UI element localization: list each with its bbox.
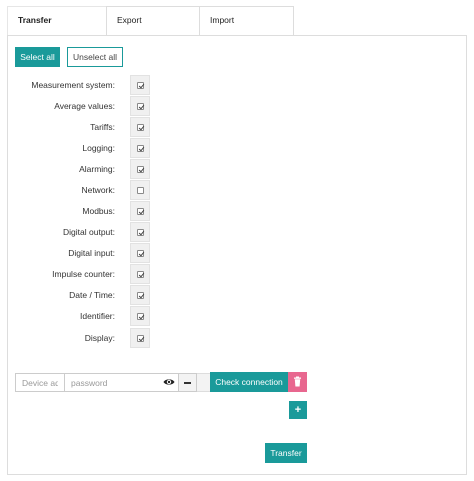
checkbox-measurement-system[interactable] bbox=[130, 75, 150, 95]
option-logging: Logging: bbox=[0, 138, 160, 158]
option-label: Display: bbox=[84, 333, 115, 343]
option-label: Date / Time: bbox=[69, 290, 115, 300]
checkbox-mark bbox=[137, 103, 144, 110]
password-field bbox=[64, 373, 179, 392]
device-address-input[interactable] bbox=[16, 374, 64, 391]
checkbox-identifier[interactable] bbox=[130, 306, 150, 326]
checkbox-tariffs[interactable] bbox=[130, 117, 150, 137]
option-digital-input: Digital input: bbox=[0, 243, 160, 263]
checkbox-display[interactable] bbox=[130, 328, 150, 348]
unselect-all-button[interactable]: Unselect all bbox=[67, 47, 123, 67]
checkbox-date-time[interactable] bbox=[130, 285, 150, 305]
checkbox-digital-input[interactable] bbox=[130, 243, 150, 263]
config-tabs: Transfer configuration Export configurat… bbox=[7, 6, 294, 51]
option-label: Modbus: bbox=[82, 206, 115, 216]
option-label: Alarming: bbox=[79, 164, 115, 174]
checkbox-network[interactable] bbox=[130, 180, 150, 200]
checkbox-mark bbox=[137, 187, 144, 194]
checkbox-mark bbox=[137, 313, 144, 320]
option-label: Impulse counter: bbox=[52, 269, 115, 279]
checkbox-mark bbox=[137, 292, 144, 299]
trash-icon[interactable] bbox=[288, 372, 307, 392]
option-modbus: Modbus: bbox=[0, 201, 160, 221]
transfer-button[interactable]: Transfer bbox=[265, 443, 307, 463]
option-label: Tariffs: bbox=[90, 122, 115, 132]
checkbox-logging[interactable] bbox=[130, 138, 150, 158]
checkbox-modbus[interactable] bbox=[130, 201, 150, 221]
tab-export-configuration[interactable]: Export configuration bbox=[106, 6, 200, 51]
option-network: Network: bbox=[0, 180, 160, 200]
connection-extra-button[interactable] bbox=[197, 373, 211, 392]
checkbox-mark bbox=[137, 229, 144, 236]
option-alarming: Alarming: bbox=[0, 159, 160, 179]
add-device-button[interactable]: + bbox=[289, 401, 307, 419]
checkbox-mark bbox=[137, 335, 144, 342]
option-digital-output: Digital output: bbox=[0, 222, 160, 242]
checkbox-digital-output[interactable] bbox=[130, 222, 150, 242]
option-impulse-counter: Impulse counter: bbox=[0, 264, 160, 284]
checkbox-mark bbox=[137, 250, 144, 257]
option-label: Network: bbox=[81, 185, 115, 195]
password-input[interactable] bbox=[65, 374, 178, 391]
tab-import-configuration[interactable]: Import configuration bbox=[199, 6, 294, 51]
option-identifier: Identifier: bbox=[0, 306, 160, 326]
option-label: Digital output: bbox=[63, 227, 115, 237]
checkbox-mark bbox=[137, 166, 144, 173]
option-measurement-system: Measurement system: bbox=[0, 75, 160, 95]
option-average-values: Average values: bbox=[0, 96, 160, 116]
checkbox-mark bbox=[137, 82, 144, 89]
tab-transfer-configuration[interactable]: Transfer configuration bbox=[7, 6, 107, 51]
minus-icon[interactable] bbox=[178, 373, 197, 392]
option-label: Measurement system: bbox=[31, 80, 115, 90]
checkbox-mark bbox=[137, 208, 144, 215]
check-connection-button[interactable]: Check connection bbox=[210, 372, 288, 392]
checkbox-alarming[interactable] bbox=[130, 159, 150, 179]
option-tariffs: Tariffs: bbox=[0, 117, 160, 137]
option-label: Identifier: bbox=[80, 311, 115, 321]
checkbox-mark bbox=[137, 124, 144, 131]
option-label: Average values: bbox=[54, 101, 115, 111]
option-label: Digital input: bbox=[68, 248, 115, 258]
checkbox-mark bbox=[137, 271, 144, 278]
checkbox-average-values[interactable] bbox=[130, 96, 150, 116]
eye-icon[interactable] bbox=[163, 376, 175, 388]
device-address-field bbox=[15, 373, 65, 392]
checkbox-mark bbox=[137, 145, 144, 152]
option-label: Logging: bbox=[82, 143, 115, 153]
select-all-button[interactable]: Select all bbox=[15, 47, 60, 67]
option-date-time: Date / Time: bbox=[0, 285, 160, 305]
option-display: Display: bbox=[0, 328, 160, 348]
checkbox-impulse-counter[interactable] bbox=[130, 264, 150, 284]
